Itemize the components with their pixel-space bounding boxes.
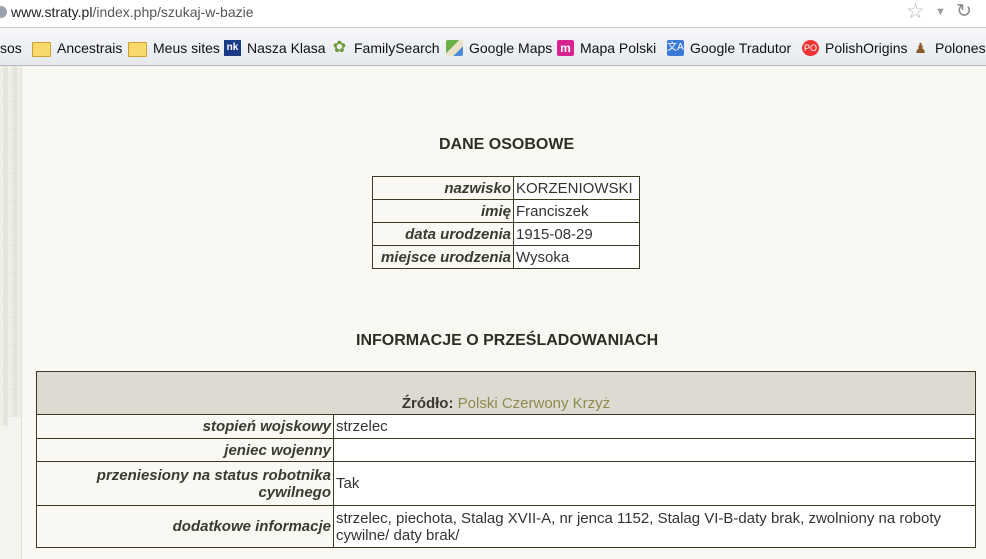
bookmark-google-maps[interactable]: Google Maps (446, 38, 552, 58)
table-row: miejsce urodzenia Wysoka (372, 245, 640, 269)
row-value: 1915-08-29 (513, 222, 640, 246)
bookmark-familysearch[interactable]: ✿ FamilySearch (331, 38, 440, 58)
google-maps-icon (446, 40, 463, 56)
url-path: /index.php/szukaj-w-bazie (92, 4, 254, 20)
star-icon[interactable]: ☆ (906, 1, 925, 22)
personal-data-table: nazwisko KORZENIOWSKI imię Franciszek da… (372, 176, 640, 269)
row-value: Franciszek (513, 199, 640, 223)
polishorigins-icon: PO (802, 40, 819, 56)
source-value: Polski Czerwony Krzyż (457, 395, 611, 412)
source-cell: Źródło: Polski Czerwony Krzyż (36, 371, 976, 415)
bookmark-polonese[interactable]: ♟ Polonese (912, 38, 986, 58)
google-translate-icon: 文A (667, 40, 684, 56)
polonese-icon: ♟ (914, 40, 927, 56)
table-row: jeniec wojenny (36, 438, 976, 462)
bookmark-label: Polonese (935, 40, 986, 56)
bookmark-label: Nasza Klasa (247, 40, 326, 56)
bookmark-label: sos (0, 40, 22, 56)
address-bar[interactable]: www.straty.pl/index.php/szukaj-w-bazie ☆… (0, 0, 986, 28)
source-label: Źródło: (401, 395, 454, 412)
bookmark-label: Google Tradutor (690, 40, 792, 56)
bookmark-label: PolishOrigins (825, 40, 908, 56)
persecution-info-table: Źródło: Polski Czerwony Krzyż stopień wo… (36, 371, 976, 548)
row-label: stopień wojskowy (36, 414, 334, 439)
bookmark-ancestrais[interactable]: Ancestrais (32, 38, 122, 58)
table-row: data urodzenia 1915-08-29 (372, 222, 640, 246)
folder-icon (128, 41, 147, 57)
bookmark-label: Google Maps (469, 40, 553, 56)
table-row: nazwisko KORZENIOWSKI (372, 176, 640, 200)
folder-icon (32, 41, 51, 57)
bookmark-polishorigins[interactable]: PO PolishOrigins (802, 38, 907, 58)
bookmark-nasza-klasa[interactable]: nk Nasza Klasa (224, 38, 326, 58)
bookmark-mapa-polski[interactable]: m Mapa Polski (557, 38, 656, 58)
bookmark-google-tradutor[interactable]: 文A Google Tradutor (667, 38, 791, 58)
row-value: KORZENIOWSKI (513, 176, 640, 200)
row-label: jeniec wojenny (36, 438, 334, 462)
table-row: dodatkowe informacje strzelec, piechota,… (36, 505, 976, 548)
bookmark-label: Meus sites (153, 40, 220, 56)
row-label: imię (372, 199, 514, 223)
bookmark-label: FamilySearch (354, 40, 440, 56)
row-label: przeniesiony na status robotnika cywilne… (36, 461, 334, 506)
row-label: miejsce urodzenia (372, 245, 514, 269)
row-label: nazwisko (372, 176, 514, 200)
familysearch-icon: ✿ (332, 39, 347, 56)
row-label: data urodzenia (372, 222, 514, 246)
row-value: Wysoka (513, 245, 640, 269)
table-row: stopień wojskowy strzelec (36, 414, 976, 439)
bookmark-label: Ancestrais (57, 40, 123, 56)
row-value: strzelec (333, 414, 976, 439)
row-value: strzelec, piechota, Stalag XVII-A, nr je… (333, 505, 976, 548)
persecution-info-title: INFORMACJE O PRZEŚLADOWANIACH (356, 332, 659, 349)
bookmarks-bar: sos Ancestrais Meus sites nk Nasza Klasa… (0, 28, 986, 66)
bookmark-sos[interactable]: sos (0, 38, 22, 58)
chevron-down-icon[interactable]: ▼ (935, 6, 946, 18)
left-decorative-strip: ░▒░▒░▒░▒░▒░▒░▒░▒░▒░▒░▒░▒░▒░▒░▒░▒░▒░▒░▒░▒… (0, 66, 22, 559)
page-content: ░▒░▒░▒░▒░▒░▒░▒░▒░▒░▒░▒░▒░▒░▒░▒░▒░▒░▒░▒░▒… (0, 66, 986, 559)
url-text[interactable]: www.straty.pl/index.php/szukaj-w-bazie (11, 4, 254, 20)
table-row: imię Franciszek (372, 199, 640, 223)
table-row: przeniesiony na status robotnika cywilne… (36, 461, 976, 506)
row-label: dodatkowe informacje (36, 505, 334, 548)
row-value: Tak (333, 461, 976, 506)
bookmark-meus-sites[interactable]: Meus sites (128, 38, 220, 58)
nasza-klasa-icon: nk (224, 40, 241, 56)
mapa-polski-icon: m (557, 40, 574, 56)
reload-icon[interactable]: ↻ (956, 0, 972, 23)
bookmark-label: Mapa Polski (580, 40, 657, 56)
source-row: Źródło: Polski Czerwony Krzyż (36, 371, 976, 415)
watermark-texture: ░▒░▒░▒░▒░▒░▒░▒░▒░▒░▒░▒░▒░▒░▒░▒░▒░▒░▒░▒░▒… (0, 66, 22, 426)
row-value (333, 438, 976, 462)
url-domain: www.straty.pl (11, 4, 93, 20)
globe-icon (0, 6, 7, 18)
personal-data-title: DANE OSOBOWE (439, 136, 575, 153)
